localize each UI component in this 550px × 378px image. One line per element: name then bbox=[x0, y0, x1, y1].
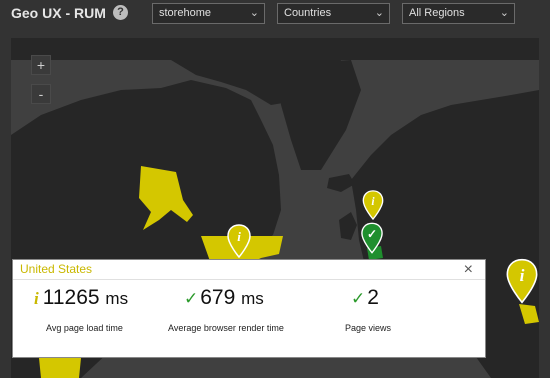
panel-title: Geo UX - RUM bbox=[11, 5, 106, 21]
region-select-value: All Regions bbox=[409, 7, 465, 19]
zoom-out-button[interactable]: - bbox=[31, 84, 51, 104]
map-marker-icon: i bbox=[227, 224, 251, 258]
map-toolbar bbox=[11, 38, 539, 60]
metric-label: Avg page load time bbox=[46, 323, 123, 333]
pin-check-glyph: ✓ bbox=[367, 227, 377, 241]
help-icon[interactable]: ? bbox=[113, 5, 128, 20]
tooltip-divider bbox=[13, 279, 485, 280]
pin-info-glyph: i bbox=[520, 266, 525, 285]
pin-info-glyph: i bbox=[237, 229, 241, 244]
metric-value: 2 bbox=[367, 286, 379, 309]
land-greenland bbox=[276, 60, 361, 170]
metric-value: 679 bbox=[200, 286, 236, 309]
metric-unit: ms bbox=[241, 289, 264, 308]
metric-label: Average browser render time bbox=[168, 323, 284, 333]
zoom-in-button[interactable]: + bbox=[31, 55, 51, 75]
metric-label: Page views bbox=[345, 323, 392, 333]
chevron-down-icon: ⌄ bbox=[499, 7, 509, 19]
metric-value: 11265 bbox=[42, 286, 100, 309]
app-select[interactable]: storehome ⌄ bbox=[152, 3, 265, 24]
check-icon: ✓ bbox=[184, 289, 199, 308]
land-uk bbox=[339, 212, 357, 240]
metric-avg-render-time: ✓679 ms Average browser render time bbox=[168, 286, 284, 333]
scope-select-value: Countries bbox=[284, 7, 332, 19]
check-icon: ✓ bbox=[351, 289, 366, 308]
region-select[interactable]: All Regions ⌄ bbox=[402, 3, 515, 24]
metric-unit: ms bbox=[105, 289, 129, 308]
close-icon[interactable]: × bbox=[464, 262, 473, 278]
map-marker-icon: ✓ bbox=[361, 222, 383, 254]
map-marker-icon: i bbox=[362, 190, 384, 220]
chevron-down-icon: ⌄ bbox=[249, 7, 259, 19]
metric-page-views: ✓2 Page views bbox=[345, 286, 391, 333]
app-select-value: storehome bbox=[159, 7, 211, 19]
land-iceland bbox=[327, 174, 355, 192]
country-tooltip: United States × i 11265 ms Avg page load … bbox=[12, 259, 486, 358]
map-marker-icon: i bbox=[506, 258, 538, 304]
tooltip-country-name: United States bbox=[20, 262, 93, 276]
chevron-down-icon: ⌄ bbox=[374, 7, 384, 19]
highlight-mexico bbox=[39, 358, 81, 378]
metric-avg-page-load: i 11265 ms Avg page load time bbox=[34, 286, 129, 333]
geo-ux-panel: Geo UX - RUM ? storehome ⌄ Countries ⌄ A… bbox=[0, 0, 550, 378]
info-icon: i bbox=[34, 289, 39, 308]
scope-select[interactable]: Countries ⌄ bbox=[277, 3, 390, 24]
